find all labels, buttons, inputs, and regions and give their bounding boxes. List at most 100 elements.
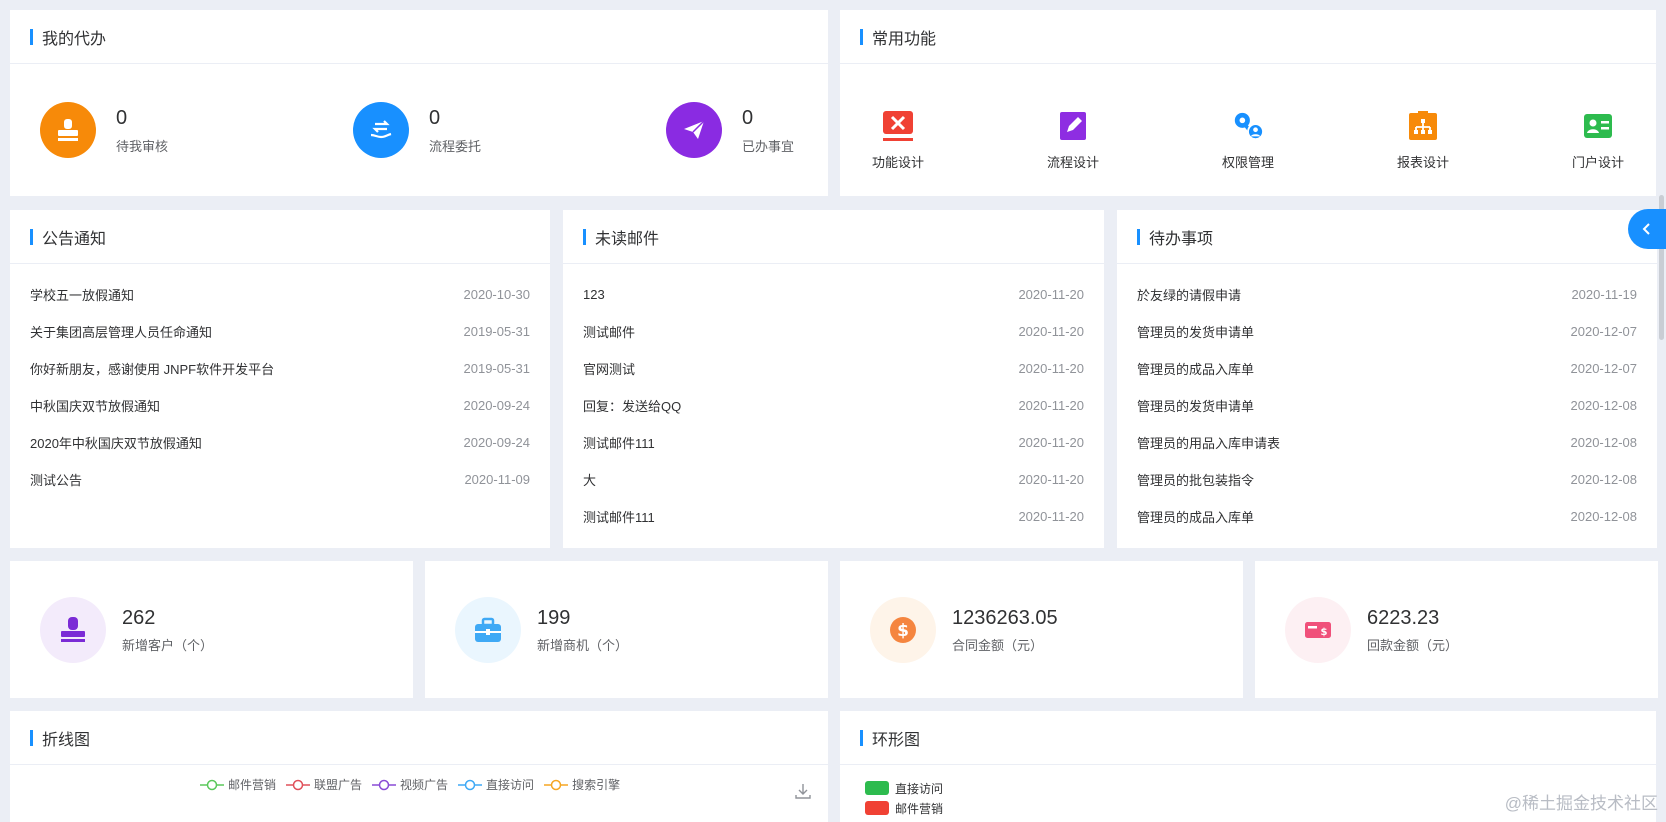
item-title: 於友绿的请假申请 <box>1137 288 1242 303</box>
stat-label: 新增商机（个） <box>537 638 629 653</box>
func-flow[interactable]: 流程设计 <box>1028 110 1118 171</box>
legend-label: 邮件营销 <box>228 778 277 792</box>
stat-card-payment: $ 6223.23 回款金额（元） <box>1255 561 1658 698</box>
item-date: 2020-11-09 <box>464 472 530 487</box>
donut-chart-legend: 直接访问 邮件营销 <box>865 778 943 818</box>
card-title: 折线图 <box>42 731 91 749</box>
item-date: 2020-09-24 <box>463 398 531 413</box>
legend-marker-icon <box>200 779 224 790</box>
card-header: 我的代办 <box>10 10 828 64</box>
mails-card: 未读邮件 123 2020-11-20 测试邮件 2020-11-20 官网测试 20… <box>563 210 1104 548</box>
legend-label: 邮件营销 <box>895 801 944 816</box>
list-item[interactable]: 测试邮件111 2020-11-20 <box>583 424 1084 461</box>
item-title: 回复：发送给QQ <box>583 399 682 414</box>
card-header: 环形图 <box>840 711 1656 765</box>
list-item[interactable]: 123 2020-11-20 <box>583 276 1084 313</box>
list-item[interactable]: 学校五一放假通知 2020-10-30 <box>30 276 530 313</box>
item-title: 测试公告 <box>30 473 83 488</box>
legend-label: 搜索引擎 <box>572 778 621 792</box>
list-item[interactable]: 你好新朋友，感谢使用 JNPF软件开发平台 2019-05-31 <box>30 350 530 387</box>
func-report[interactable]: 报表设计 <box>1378 110 1468 171</box>
list-item[interactable]: 官网测试 2020-11-20 <box>583 350 1084 387</box>
watermark: @稀土掘金技术社区 <box>1504 794 1658 813</box>
card-header: 待办事项 <box>1117 210 1657 264</box>
todo-done[interactable]: 0 已办事宜 <box>666 102 794 158</box>
functions-card: 常用功能 功能设计 流程设计 权限管理 报表设计 门户设计 <box>840 10 1656 196</box>
chevron-left-icon <box>1642 223 1650 235</box>
item-title: 2020年中秋国庆双节放假通知 <box>30 436 202 451</box>
list-item[interactable]: 测试邮件111 2020-11-20 <box>583 498 1084 535</box>
list-item[interactable]: 於友绿的请假申请 2020-11-19 <box>1137 276 1637 313</box>
card-header: 折线图 <box>10 711 828 765</box>
func-label: 报表设计 <box>1396 155 1449 170</box>
legend-item[interactable]: 邮件营销 <box>200 776 276 793</box>
svg-text:$: $ <box>1321 627 1328 638</box>
list-item[interactable]: 管理员的成品入库单 2020-12-08 <box>1137 498 1637 535</box>
portal-card-icon <box>1582 110 1614 142</box>
item-title: 测试邮件111 <box>583 436 655 451</box>
report-tree-icon <box>1407 110 1439 142</box>
todo-count: 0 <box>742 106 754 129</box>
list-item[interactable]: 管理员的用品入库申请表 2020-12-08 <box>1137 424 1637 461</box>
item-title: 管理员的发货申请单 <box>1137 325 1255 340</box>
item-date: 2020-12-08 <box>1570 398 1638 413</box>
todo-label: 已办事宜 <box>742 138 795 154</box>
list-item[interactable]: 管理员的成品入库单 2020-12-07 <box>1137 350 1637 387</box>
line-chart-legend: 邮件营销 联盟广告 视频广告 直接访问 搜索引擎 <box>200 776 630 793</box>
stamp-icon <box>40 102 96 158</box>
item-date: 2020-12-08 <box>1570 435 1638 450</box>
func-design[interactable]: 功能设计 <box>853 110 943 171</box>
legend-item[interactable]: 视频广告 <box>372 776 448 793</box>
legend-item[interactable]: 直接访问 <box>865 778 943 798</box>
download-icon[interactable] <box>794 782 812 805</box>
legend-item[interactable]: 联盟广告 <box>286 776 362 793</box>
item-title: 管理员的用品入库申请表 <box>1137 436 1281 451</box>
list-item[interactable]: 测试公告 2020-11-09 <box>30 461 530 498</box>
stat-label: 回款金额（元） <box>1367 638 1459 653</box>
func-permission[interactable]: 权限管理 <box>1203 110 1293 171</box>
transfer-hand-icon <box>353 102 409 158</box>
design-tools-icon <box>882 110 914 142</box>
notice-list: 学校五一放假通知 2020-10-30 关于集团高层管理人员任命通知 2019-05… <box>10 264 550 498</box>
stat-value: 1236263.05 <box>952 607 1058 629</box>
func-portal[interactable]: 门户设计 <box>1553 110 1643 171</box>
list-item[interactable]: 测试邮件 2020-11-20 <box>583 313 1084 350</box>
item-title: 管理员的成品入库单 <box>1137 362 1255 377</box>
func-label: 门户设计 <box>1571 155 1624 170</box>
list-item[interactable]: 管理员的发货申请单 2020-12-08 <box>1137 387 1637 424</box>
legend-marker-icon <box>372 779 397 790</box>
stat-value: 199 <box>537 607 571 629</box>
legend-swatch <box>865 781 889 795</box>
todo-pending-review[interactable]: 0 待我审核 <box>40 102 168 158</box>
side-panel-toggle[interactable] <box>1628 209 1666 249</box>
stat-label: 合同金额（元） <box>952 638 1044 653</box>
list-item[interactable]: 2020年中秋国庆双节放假通知 2020-09-24 <box>30 424 530 461</box>
list-item[interactable]: 中秋国庆双节放假通知 2020-09-24 <box>30 387 530 424</box>
legend-item[interactable]: 直接访问 <box>458 776 534 793</box>
list-item[interactable]: 关于集团高层管理人员任命通知 2019-05-31 <box>30 313 530 350</box>
item-title: 关于集团高层管理人员任命通知 <box>30 325 213 340</box>
stat-value: 262 <box>122 607 156 629</box>
item-date: 2020-11-20 <box>1018 287 1084 302</box>
list-item[interactable]: 回复：发送给QQ 2020-11-20 <box>583 387 1084 424</box>
card-header: 常用功能 <box>840 10 1656 64</box>
card-title: 待办事项 <box>1149 230 1214 248</box>
card-title: 我的代办 <box>42 30 107 48</box>
notices-card: 公告通知 学校五一放假通知 2020-10-30 关于集团高层管理人员任命通知 20… <box>10 210 550 548</box>
item-date: 2020-11-20 <box>1018 509 1084 524</box>
item-date: 2020-11-20 <box>1018 324 1084 339</box>
item-title: 管理员的批包装指令 <box>1137 473 1255 488</box>
list-item[interactable]: 管理员的批包装指令 2020-12-08 <box>1137 461 1637 498</box>
legend-item[interactable]: 邮件营销 <box>865 798 943 818</box>
list-item[interactable]: 大 2020-11-20 <box>583 461 1084 498</box>
briefcase-icon <box>455 596 521 663</box>
todo-delegation[interactable]: 0 流程委托 <box>353 102 481 158</box>
item-date: 2019-05-31 <box>463 324 531 339</box>
stamp-icon <box>40 596 106 663</box>
paper-plane-icon <box>666 102 722 158</box>
legend-item[interactable]: 搜索引擎 <box>544 776 620 793</box>
item-title: 你好新朋友，感谢使用 JNPF软件开发平台 <box>30 362 275 377</box>
item-date: 2020-11-20 <box>1018 472 1084 487</box>
list-item[interactable]: 管理员的发货申请单 2020-12-07 <box>1137 313 1637 350</box>
todo-count: 0 <box>116 106 128 129</box>
